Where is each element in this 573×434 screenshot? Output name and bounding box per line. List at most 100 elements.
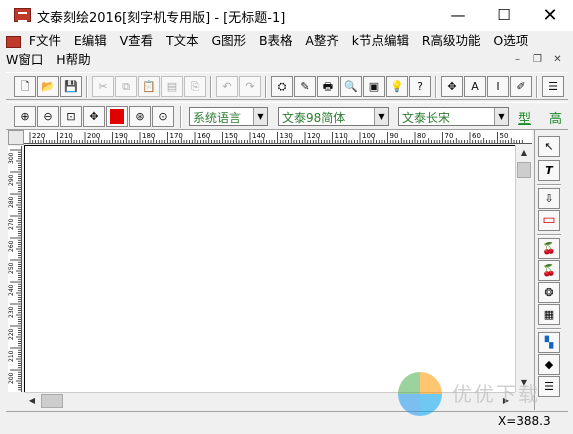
menu-row-secondary: W窗口 H帮助 bbox=[6, 51, 100, 69]
frame-icon[interactable]: ▣ bbox=[363, 76, 385, 97]
minimize-button[interactable]: — bbox=[435, 0, 481, 31]
clone-icon[interactable]: ⎘ bbox=[184, 76, 206, 97]
copy-icon[interactable]: ⧉ bbox=[115, 76, 137, 97]
ruler-label: 170 bbox=[170, 132, 183, 140]
menu-advanced[interactable]: R高级功能 bbox=[422, 32, 481, 50]
drawing-canvas[interactable] bbox=[24, 145, 515, 392]
chevron-down-icon[interactable]: ▼ bbox=[374, 108, 388, 125]
mdi-restore-button[interactable]: ❐ bbox=[530, 53, 545, 67]
menu-node-edit[interactable]: k节点编辑 bbox=[352, 32, 409, 50]
toolbar-separator bbox=[536, 76, 538, 98]
menu-graphics[interactable]: G图形 bbox=[211, 32, 246, 50]
cut-output-icon[interactable]: ⛭ bbox=[271, 76, 293, 97]
horizontal-scroll-thumb[interactable] bbox=[41, 394, 63, 408]
shape-icon[interactable]: ❂ bbox=[538, 282, 560, 303]
mdi-close-button[interactable]: ✕ bbox=[550, 53, 565, 67]
print-preview-icon[interactable]: 🔍 bbox=[340, 76, 362, 97]
save-icon[interactable]: 💾 bbox=[60, 76, 82, 97]
zoom-all-icon[interactable]: ⊛ bbox=[129, 106, 151, 127]
vertical-scrollbar[interactable]: ▲ ▼ bbox=[515, 145, 532, 392]
menu-text[interactable]: T文本 bbox=[166, 32, 199, 50]
cherry-alt-icon[interactable]: 🍒 bbox=[538, 260, 560, 281]
zoom-out-icon[interactable]: ⊖ bbox=[37, 106, 59, 127]
ruler-label: 280 bbox=[8, 196, 15, 208]
paste-special-icon[interactable]: ▤ bbox=[161, 76, 183, 97]
redo-icon[interactable]: ↷ bbox=[239, 76, 261, 97]
vertical-text-icon[interactable]: ⇩ bbox=[538, 188, 560, 209]
undo-icon[interactable]: ↶ bbox=[216, 76, 238, 97]
ruler-label: 220 bbox=[32, 132, 45, 140]
style-select[interactable]: 文泰长宋 ▼ bbox=[398, 107, 509, 126]
horizontal-ruler[interactable]: 220 210 200 190 180 170 160 150 140 130 120 110 100 9… bbox=[24, 130, 532, 144]
edit-icon[interactable]: ✐ bbox=[510, 76, 532, 97]
close-button[interactable]: ✕ bbox=[527, 0, 573, 31]
toolbar-separator bbox=[537, 234, 561, 236]
chevron-down-icon[interactable]: ▼ bbox=[494, 108, 508, 125]
language-select-value: 系统语言 bbox=[193, 111, 242, 125]
ruler-label: 100 bbox=[362, 132, 375, 140]
menu-edit[interactable]: E编辑 bbox=[74, 32, 107, 50]
scroll-up-icon[interactable]: ▲ bbox=[516, 145, 532, 161]
vertical-ruler[interactable]: 300290280270260250240230220210200190 bbox=[8, 146, 22, 392]
chevron-down-icon[interactable]: ▼ bbox=[253, 108, 267, 125]
standard-toolbar: 🗋 📂 💾 ✂ ⧉ 📋 ▤ ⎘ ↶ ↷ ⛭ ✎ 🖶 🔍 ▣ 💡 ? ✥ A I … bbox=[6, 72, 568, 100]
menu-options[interactable]: O选项 bbox=[493, 32, 528, 50]
ruler-label: 210 bbox=[60, 132, 73, 140]
watermark-logo-icon bbox=[398, 372, 442, 416]
zoom-in-icon[interactable]: ⊕ bbox=[14, 106, 36, 127]
drawing-tools-toolbar: ↖ T ⇩ ▭ 🍒 🍒 ❂ ▦ ▚ ◆ ☰ bbox=[534, 130, 564, 410]
draw-icon[interactable]: ✎ bbox=[294, 76, 316, 97]
menu-file[interactable]: F文件 bbox=[29, 32, 61, 50]
rectangle-icon[interactable]: ▭ bbox=[538, 210, 560, 231]
font-select-value: 文泰98简体 bbox=[282, 111, 346, 125]
tip-icon[interactable]: 💡 bbox=[386, 76, 408, 97]
select-arrow-icon[interactable]: ↖ bbox=[538, 136, 560, 157]
menu-help[interactable]: H帮助 bbox=[56, 51, 90, 69]
ruler-label: 290 bbox=[8, 174, 15, 186]
cherry-icon[interactable]: 🍒 bbox=[538, 238, 560, 259]
paste-icon[interactable]: 📋 bbox=[138, 76, 160, 97]
color-fill-icon[interactable] bbox=[106, 106, 128, 127]
palette-icon[interactable]: ▚ bbox=[538, 332, 560, 353]
type-button[interactable]: 型 bbox=[518, 108, 531, 127]
ruler-corner bbox=[8, 130, 24, 145]
menu-arrange[interactable]: A整齐 bbox=[305, 32, 339, 50]
scroll-left-icon[interactable]: ◀ bbox=[24, 393, 40, 409]
maximize-button[interactable]: ☐ bbox=[481, 0, 527, 31]
style-select-value: 文泰长宋 bbox=[402, 111, 451, 125]
new-icon[interactable]: 🗋 bbox=[14, 76, 36, 97]
print-icon[interactable]: 🖶 bbox=[317, 76, 339, 97]
ruler-label: 180 bbox=[142, 132, 155, 140]
font-select[interactable]: 文泰98简体 ▼ bbox=[278, 107, 389, 126]
ruler-label: 230 bbox=[8, 306, 15, 318]
menu-table[interactable]: B表格 bbox=[259, 32, 293, 50]
ruler-label: 70 bbox=[445, 132, 454, 140]
open-icon[interactable]: 📂 bbox=[37, 76, 59, 97]
ruler-label: 240 bbox=[8, 284, 15, 296]
menu-view[interactable]: V查看 bbox=[120, 32, 154, 50]
pan-icon[interactable]: ✥ bbox=[83, 106, 105, 127]
lines-icon[interactable]: ☰ bbox=[538, 376, 560, 397]
menu-icon[interactable]: ☰ bbox=[542, 76, 564, 97]
cut-icon[interactable]: ✂ bbox=[92, 76, 114, 97]
menu-window[interactable]: W窗口 bbox=[6, 51, 43, 69]
table-icon[interactable]: ▦ bbox=[538, 304, 560, 325]
ruler-label: 270 bbox=[8, 218, 15, 230]
zoom-window-icon[interactable]: ⊡ bbox=[60, 106, 82, 127]
text-tool-icon[interactable]: T bbox=[538, 160, 560, 181]
document-icon[interactable] bbox=[6, 35, 21, 48]
vertical-scroll-thumb[interactable] bbox=[517, 162, 531, 178]
ruler-label: 250 bbox=[8, 262, 15, 274]
status-bar: X=388.3 bbox=[6, 411, 568, 431]
zoom-page-icon[interactable]: ⊙ bbox=[152, 106, 174, 127]
ruler-label: 200 bbox=[8, 372, 15, 384]
fill-icon[interactable]: ◆ bbox=[538, 354, 560, 375]
language-select[interactable]: 系统语言 ▼ bbox=[189, 107, 268, 126]
node-icon[interactable]: ✥ bbox=[441, 76, 463, 97]
text-a-icon[interactable]: A bbox=[464, 76, 486, 97]
window-title: 文泰刻绘2016[刻字机专用版] - [无标题-1] bbox=[37, 11, 286, 26]
ruler-label: 120 bbox=[307, 132, 320, 140]
italic-icon[interactable]: I bbox=[487, 76, 509, 97]
mdi-minimize-button[interactable]: – bbox=[510, 53, 525, 67]
help-icon[interactable]: ? bbox=[409, 76, 431, 97]
